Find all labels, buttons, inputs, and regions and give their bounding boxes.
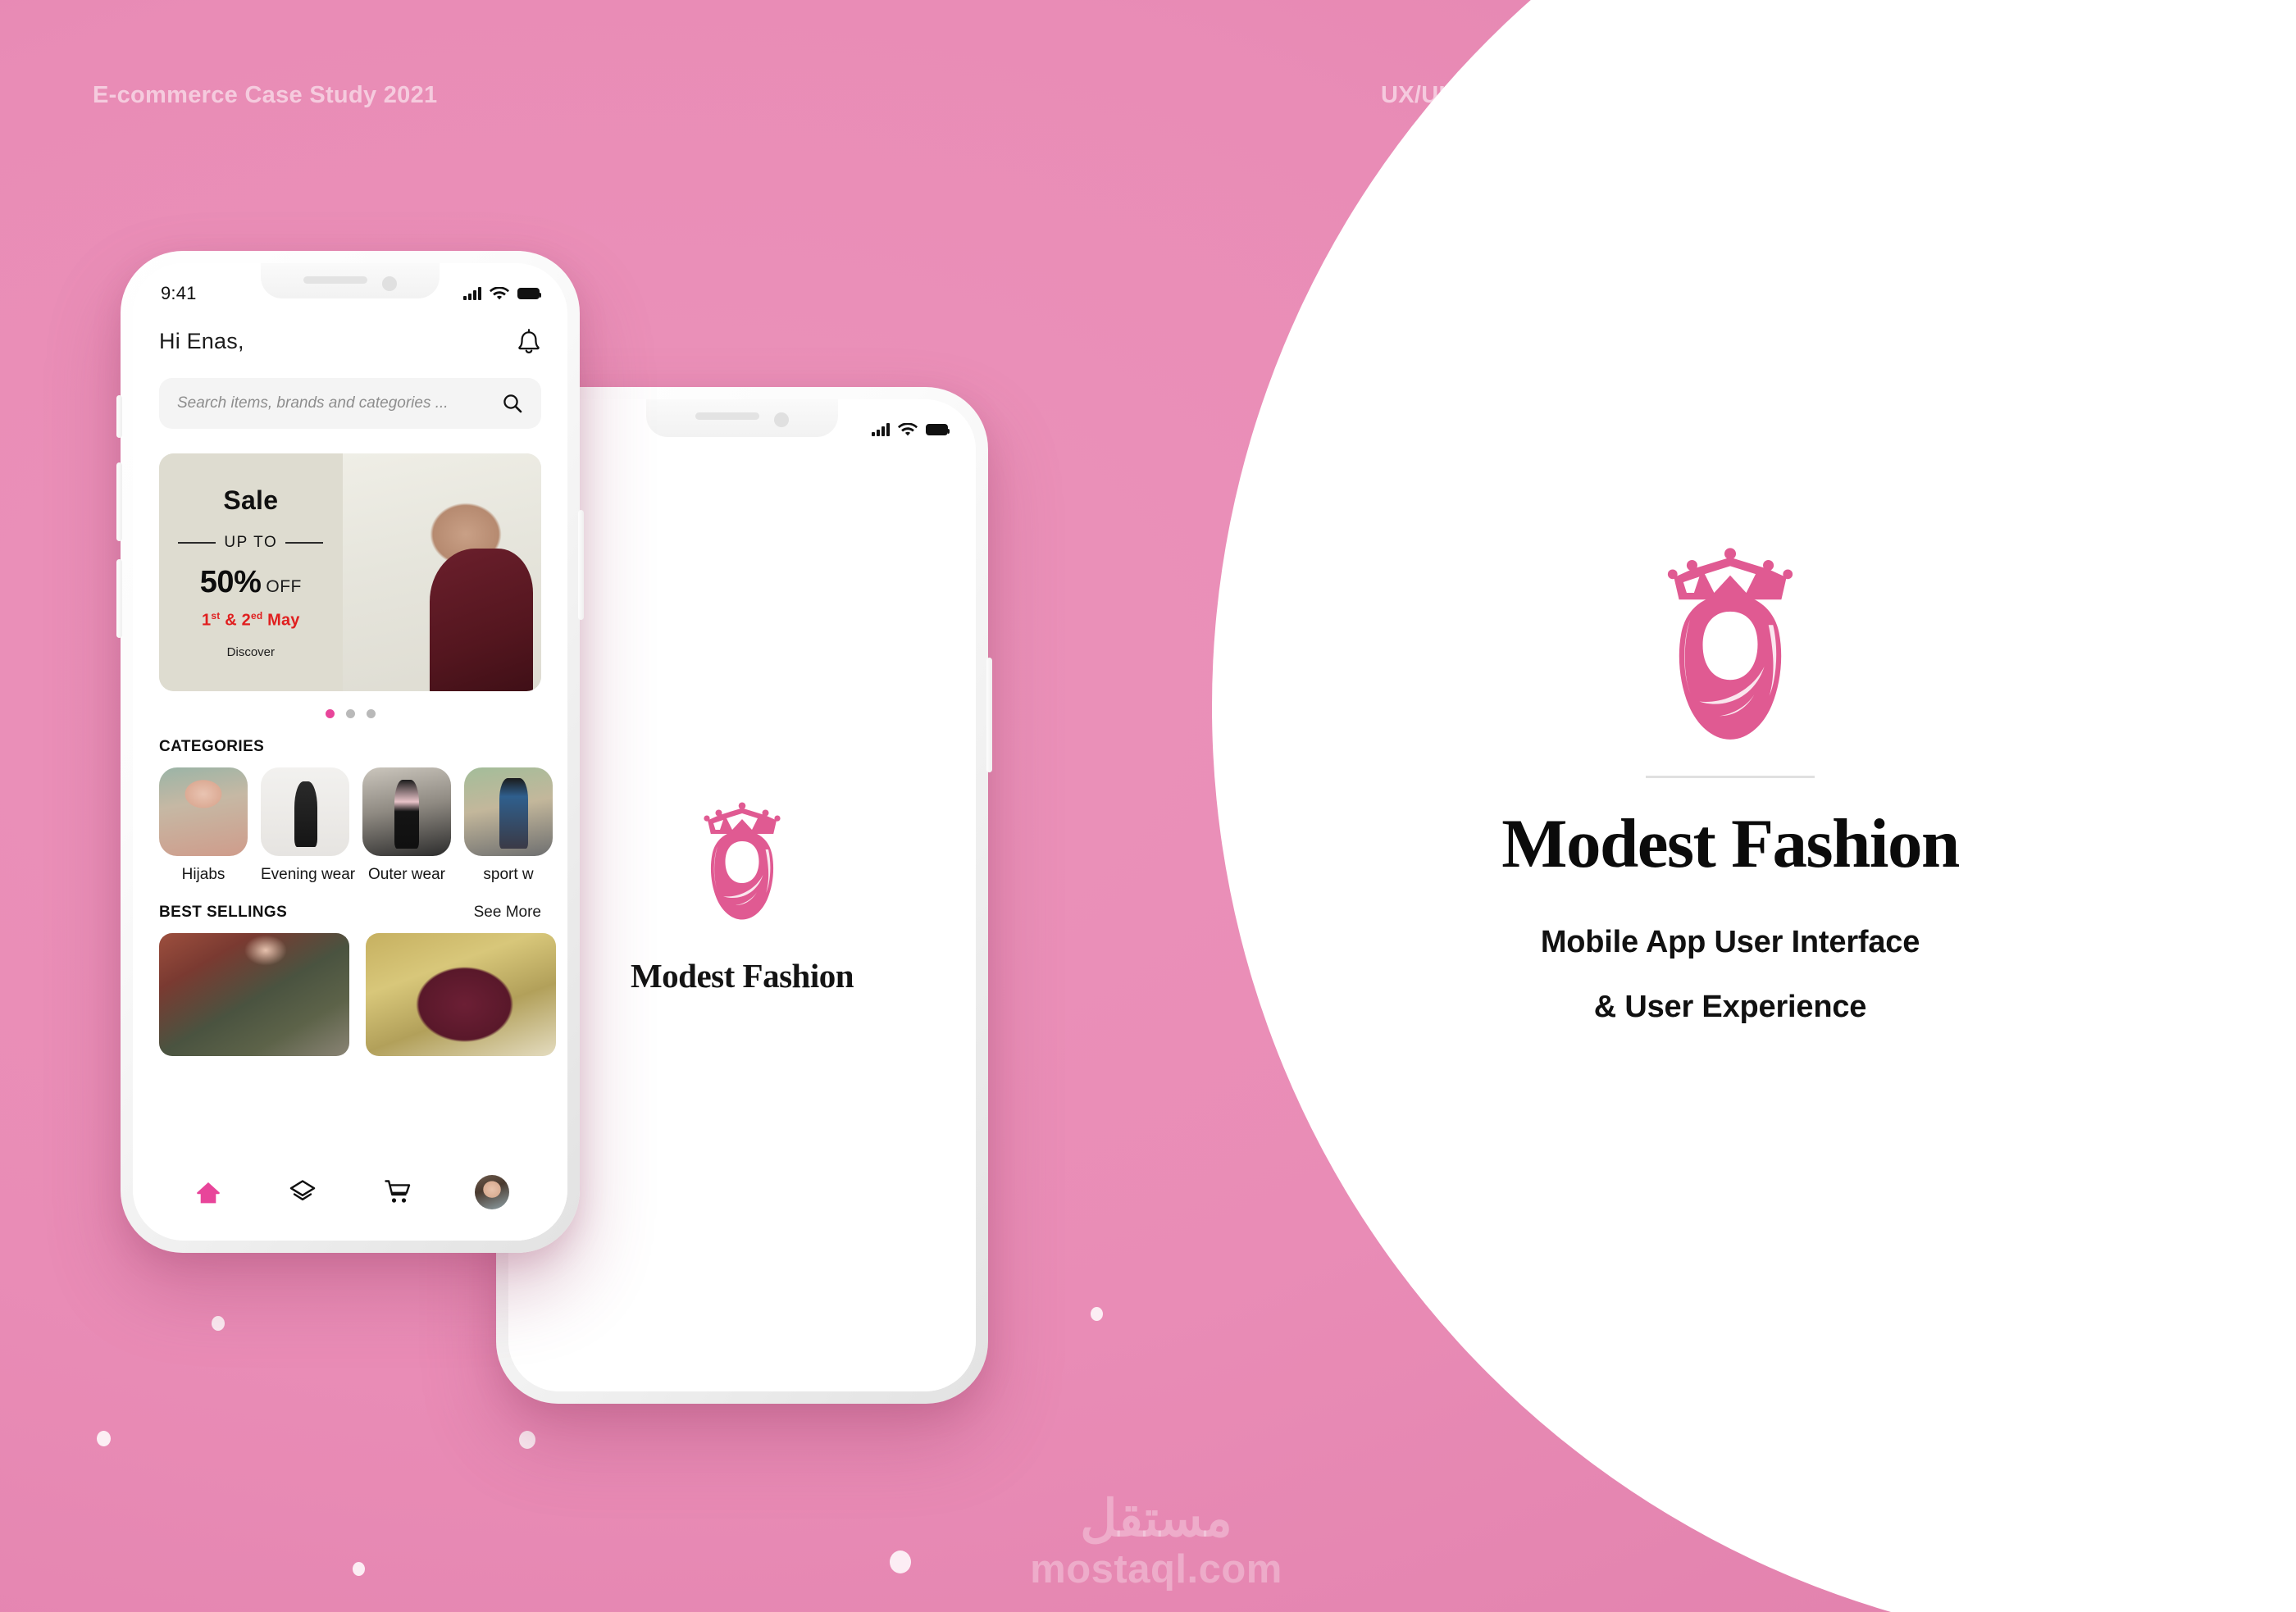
see-more-link[interactable]: See More [474, 904, 541, 922]
discipline-label: UX/UI [1381, 82, 1446, 108]
battery-full-icon [926, 424, 950, 435]
category-image [464, 767, 553, 856]
promo-banner[interactable]: Sale UP TO 50% OFF 1st & 2ed May Discove… [159, 453, 541, 691]
status-time: 9:41 [161, 283, 197, 303]
decorative-dot [1091, 1307, 1103, 1321]
watermark-latin: mostaql.com [1030, 1547, 1282, 1592]
search-icon[interactable] [502, 393, 523, 414]
category-image [159, 767, 248, 856]
best-sellings-section-header: BEST SELLINGS See More [133, 904, 567, 922]
promo-off-label: OFF [266, 577, 302, 597]
promo-date-month: May [267, 611, 300, 630]
case-study-label: E-commerce Case Study 2021 [93, 82, 438, 108]
decorative-dot [353, 1562, 365, 1576]
tab-categories[interactable] [284, 1173, 321, 1211]
best-sellings-title: BEST SELLINGS [159, 904, 288, 921]
promo-date-sup2: ed [250, 610, 263, 622]
wifi-icon [490, 286, 509, 299]
category-label: Evening wear [261, 866, 356, 883]
carousel-dot-1[interactable] [325, 709, 335, 718]
promo-title: Sale [223, 485, 279, 516]
phone-volume-up-button [116, 462, 122, 541]
decorative-dot [97, 1431, 111, 1446]
splash-app-title: Modest Fashion [630, 957, 854, 995]
category-label: Outer wear [368, 866, 445, 883]
categories-title: CATEGORIES [159, 738, 265, 755]
promo-banner-image [342, 453, 541, 691]
category-item-sport-wear[interactable]: sport w [464, 767, 553, 884]
watermark-arabic: مستقل [1080, 1491, 1232, 1547]
signal-bars-icon [463, 287, 481, 300]
category-item-hijabs[interactable]: Hijabs [159, 767, 248, 884]
status-icons [463, 286, 542, 301]
crowned-hijab-logo [1667, 548, 1793, 740]
decorative-dot [890, 1551, 911, 1573]
carousel-dot-3[interactable] [366, 709, 376, 718]
divider-left [178, 542, 216, 544]
promo-date-day1: 1 [202, 611, 212, 630]
promo-percent: 50% [199, 565, 262, 600]
promo-discover-link[interactable]: Discover [227, 645, 275, 659]
greeting-text: Hi Enas, [159, 328, 244, 353]
phone-power-button [578, 510, 584, 620]
promo-date-amp: & [225, 611, 237, 630]
decorative-dot [519, 1431, 535, 1449]
decorative-dot [212, 1316, 225, 1331]
notification-bell-icon[interactable] [517, 327, 541, 355]
brand-title: Modest Fashion [1501, 805, 1960, 882]
status-icons [872, 422, 950, 437]
carousel-dot-2[interactable] [345, 709, 355, 718]
search-input[interactable]: Search items, brands and categories ... [159, 378, 541, 429]
categories-row[interactable]: Hijabs Evening wear Outer wear sport w [133, 767, 567, 884]
promo-date-sup1: st [211, 610, 221, 622]
promo-date-day2: 2 [241, 611, 251, 630]
layers-icon[interactable] [289, 1178, 317, 1206]
category-image [261, 767, 349, 856]
brand-panel: Modest Fashion Mobile App User Interface… [1443, 525, 2017, 1025]
category-item-outer-wear[interactable]: Outer wear [362, 767, 451, 884]
carousel-dots [133, 709, 567, 718]
category-image [362, 767, 451, 856]
promo-upto-row: UP TO [164, 534, 338, 552]
brand-subtitle-line1: Mobile App User Interface [1540, 925, 1920, 959]
best-selling-card[interactable] [159, 933, 349, 1056]
phone-mockup-home: 9:41 Hi Enas, Search items, brands and c… [116, 251, 584, 1253]
wifi-icon [898, 422, 918, 435]
logo-underline [1646, 776, 1815, 778]
category-label: sport w [483, 866, 534, 883]
shopping-cart-icon[interactable] [384, 1178, 412, 1206]
promo-banner-text: Sale UP TO 50% OFF 1st & 2ed May Discove… [159, 453, 343, 691]
avatar[interactable] [475, 1175, 510, 1209]
signal-bars-icon [872, 423, 890, 436]
battery-full-icon [517, 288, 542, 299]
home-screen: Hi Enas, Search items, brands and catego… [133, 263, 567, 1241]
search-placeholder: Search items, brands and categories ... [177, 394, 449, 412]
bottom-tab-bar[interactable] [133, 1155, 567, 1241]
promo-upto-label: UP TO [224, 534, 278, 552]
best-selling-card[interactable] [366, 933, 556, 1056]
phone-mute-switch [116, 395, 122, 438]
tab-cart[interactable] [379, 1173, 417, 1211]
categories-section-header: CATEGORIES [133, 738, 567, 756]
tab-profile[interactable] [473, 1173, 511, 1211]
mostaql-watermark: مستقل mostaql.com [1021, 1494, 1292, 1592]
brand-subtitle-line2: & User Experience [1593, 990, 1867, 1024]
phone-power-button [986, 658, 992, 772]
status-bar-home: 9:41 [133, 263, 567, 312]
crowned-hijab-logo [704, 802, 781, 920]
tab-home[interactable] [189, 1173, 227, 1211]
category-label: Hijabs [181, 866, 226, 883]
promo-dates: 1st & 2ed May [202, 610, 300, 631]
best-sellings-row[interactable] [133, 933, 567, 1056]
promo-discount-row: 50% OFF [200, 565, 302, 600]
divider-right [285, 542, 324, 544]
phone-screen-home: 9:41 Hi Enas, Search items, brands and c… [133, 263, 567, 1241]
poster-stage: E-commerce Case Study 2021 UX/UI Modest … [0, 0, 2296, 1612]
home-icon[interactable] [194, 1179, 222, 1205]
category-item-evening-wear[interactable]: Evening wear [261, 767, 356, 884]
shopper-photo [342, 453, 541, 691]
phone-volume-down-button [116, 559, 122, 638]
